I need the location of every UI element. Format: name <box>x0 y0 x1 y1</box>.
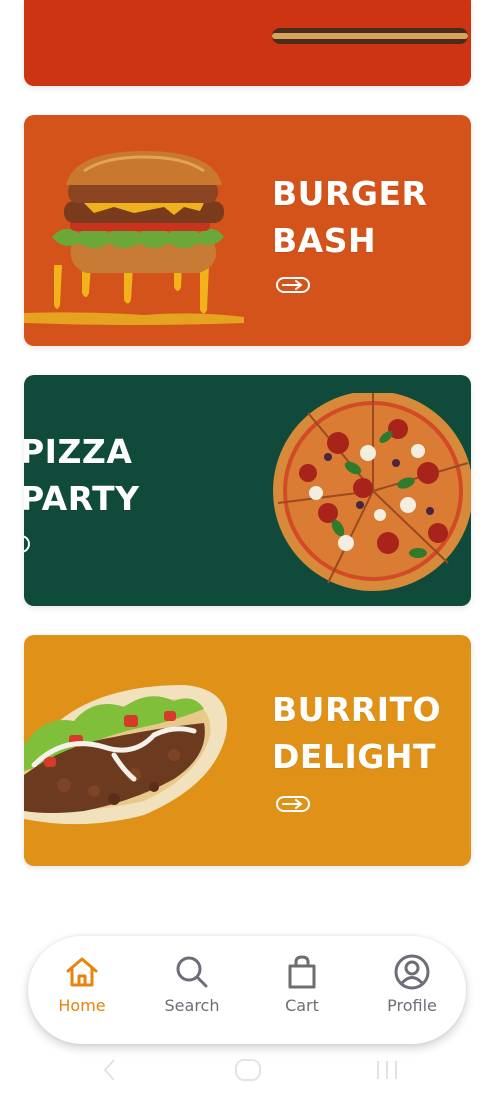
pizza-image <box>273 393 471 591</box>
nav-item-cart[interactable]: Cart <box>257 954 347 1015</box>
burger-image <box>24 151 244 325</box>
nav-label: Home <box>58 996 106 1015</box>
arrow-right-icon <box>282 799 303 809</box>
nav-item-search[interactable]: Search <box>147 954 237 1015</box>
promo-card-burrito-delight[interactable]: BURRITO DELIGHT <box>24 635 471 866</box>
system-nav-bar <box>0 1052 495 1092</box>
card-title-line1: BURGER <box>272 174 428 213</box>
home-icon <box>66 957 98 987</box>
search-icon <box>176 956 208 988</box>
bottom-nav: Home Search Cart Profile <box>28 936 466 1044</box>
card-title: PIZZA PARTY <box>24 428 140 522</box>
profile-icon <box>394 954 430 990</box>
card-title-line2: BASH <box>272 221 377 260</box>
promo-card-pizza-party[interactable]: PIZZA PARTY <box>24 375 471 606</box>
card-title-line1: BURRITO <box>272 690 442 729</box>
arrow-right-button[interactable] <box>276 277 310 293</box>
arrow-right-button[interactable] <box>24 535 30 553</box>
food-image <box>272 28 468 44</box>
back-icon[interactable] <box>100 1055 120 1085</box>
nav-item-profile[interactable]: Profile <box>367 954 457 1015</box>
burrito-image <box>24 685 228 825</box>
card-title-line2: PARTY <box>24 479 140 518</box>
card-title-line1: PIZZA <box>24 432 133 471</box>
card-title: BURRITO DELIGHT <box>272 686 441 780</box>
recent-apps-icon[interactable] <box>372 1055 402 1085</box>
arrow-right-button[interactable] <box>276 796 310 812</box>
shopping-bag-icon <box>288 955 316 989</box>
nav-label: Cart <box>285 996 319 1015</box>
promo-card-partial[interactable] <box>24 0 471 86</box>
card-title-line2: DELIGHT <box>272 737 436 776</box>
nav-label: Search <box>164 996 220 1015</box>
nav-label: Profile <box>387 996 437 1015</box>
promo-card-burger-bash[interactable]: BURGER BASH <box>24 115 471 346</box>
nav-item-home[interactable]: Home <box>37 954 127 1015</box>
home-button-icon[interactable] <box>233 1055 263 1085</box>
arrow-right-icon <box>282 280 303 290</box>
card-title: BURGER BASH <box>272 170 427 264</box>
